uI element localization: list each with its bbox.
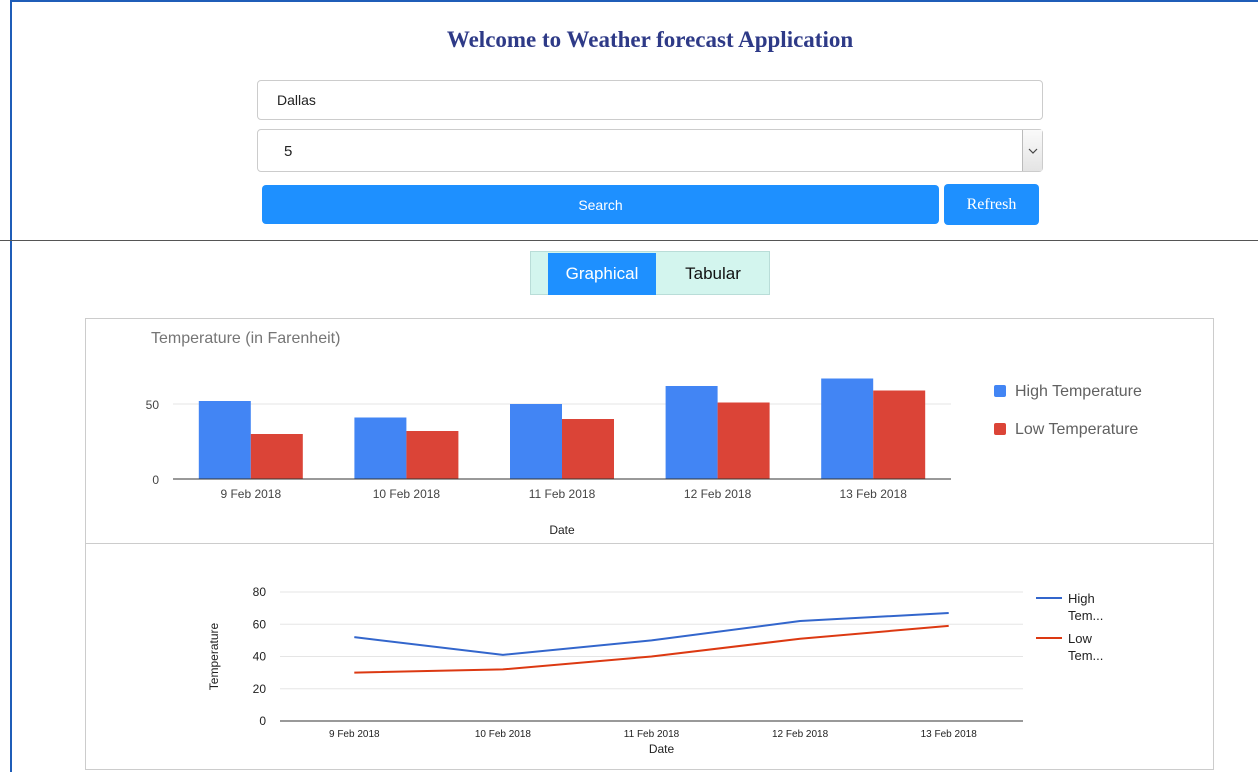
x-axis-label: Date [549, 523, 575, 537]
line-chart: 0 20 40 60 80 9 Feb 2018 10 Feb 2018 11 Feb 201… [207, 585, 1103, 756]
bar [665, 386, 718, 479]
bar-chart: Temperature (in Farenheit) 0 50 9 Feb 2018 1… [146, 330, 1142, 537]
y-tick-label: 40 [253, 650, 267, 664]
legend-label: Tem... [1068, 608, 1103, 623]
x-tick-label: 11 Feb 2018 [529, 487, 596, 501]
days-select[interactable]: 5 [257, 129, 1043, 172]
days-select-value: 5 [284, 143, 293, 160]
y-tick-label: 80 [253, 585, 267, 599]
tab-tabular[interactable]: Tabular [656, 253, 770, 295]
x-tick-label: 13 Feb 2018 [840, 487, 908, 501]
y-tick-label: 20 [253, 682, 267, 696]
x-tick-label: 9 Feb 2018 [220, 487, 281, 501]
city-input[interactable] [257, 80, 1043, 120]
frame-top-border [10, 0, 1258, 2]
y-tick-label: 60 [253, 617, 267, 631]
line-chart-panel: 0 20 40 60 80 9 Feb 2018 10 Feb 2018 11 Feb 201… [85, 543, 1214, 770]
tab-graphical[interactable]: Graphical [548, 253, 656, 295]
legend-label: Tem... [1068, 648, 1103, 663]
bar [250, 434, 303, 479]
bar [198, 401, 251, 479]
bar [510, 404, 562, 479]
x-tick-label: 13 Feb 2018 [921, 729, 978, 740]
y-tick-label: 0 [152, 473, 159, 487]
x-tick-label: 9 Feb 2018 [329, 729, 380, 740]
bar-chart-panel: Temperature (in Farenheit) 0 50 9 Feb 2018 1… [85, 318, 1214, 544]
legend-label: Low [1068, 631, 1092, 646]
page-title: Welcome to Weather forecast Application [446, 27, 854, 52]
chart-title: Temperature (in Farenheit) [151, 330, 340, 347]
y-tick-label: 50 [146, 398, 160, 412]
legend-swatch [994, 385, 1006, 397]
frame-left-border [10, 0, 12, 772]
bar [873, 390, 926, 479]
legend-swatch [994, 423, 1006, 435]
chevron-down-icon[interactable] [1022, 130, 1042, 171]
y-tick-label: 0 [259, 714, 266, 728]
header-divider [0, 240, 1258, 241]
bar [821, 378, 874, 479]
bar [562, 419, 614, 479]
legend-label: High [1068, 591, 1095, 606]
series-line [354, 624, 949, 674]
bar [406, 431, 459, 479]
x-tick-label: 12 Feb 2018 [772, 729, 829, 740]
bar [717, 402, 770, 479]
y-axis-label: Temperature [207, 622, 221, 690]
x-tick-label: 12 Feb 2018 [684, 487, 752, 501]
refresh-button[interactable]: Refresh [944, 184, 1039, 225]
view-toggle: Graphical Tabular [530, 251, 770, 295]
bar [354, 417, 407, 479]
legend-label: High Temperature [1015, 383, 1142, 400]
search-button[interactable]: Search [262, 185, 939, 224]
legend-label: Low Temperature [1015, 421, 1138, 438]
x-tick-label: 11 Feb 2018 [624, 729, 680, 740]
x-axis-label: Date [649, 742, 675, 756]
x-tick-label: 10 Feb 2018 [373, 487, 441, 501]
x-tick-label: 10 Feb 2018 [475, 729, 532, 740]
